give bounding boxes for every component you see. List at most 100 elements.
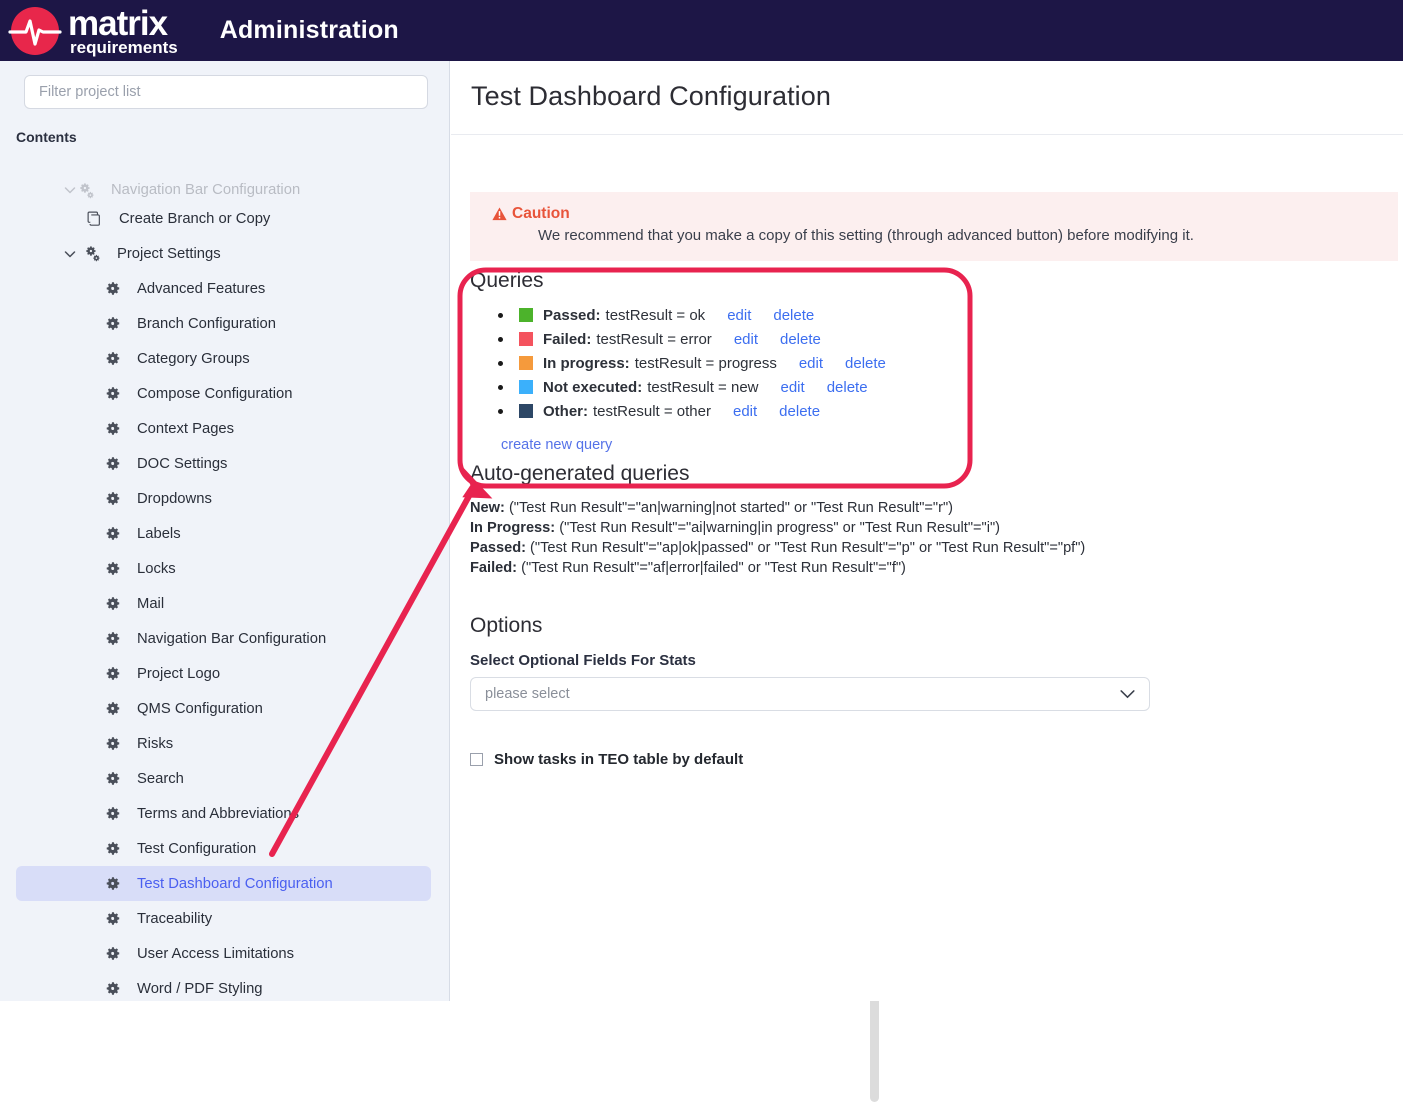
query-expression: testResult = error: [596, 330, 712, 348]
autogenerated-query-name: Passed:: [470, 540, 526, 556]
query-delete-link[interactable]: delete: [827, 379, 868, 396]
gear-icon: [106, 492, 120, 505]
show-tasks-checkbox-label: Show tasks in TEO table by default: [494, 751, 744, 768]
gear-icon: [106, 737, 120, 750]
sidebar-item-label: Project Logo: [137, 665, 221, 682]
query-edit-link[interactable]: edit: [733, 403, 757, 420]
query-row: Not executed: testResult = new edit delete: [498, 375, 1380, 399]
sidebar-item-branch-configuration[interactable]: Branch Configuration: [16, 306, 431, 341]
sidebar-item-locks[interactable]: Locks: [16, 551, 431, 586]
autogenerated-query-expression: ("Test Run Result"="an|warning|not start…: [508, 500, 953, 516]
query-name: In progress:: [543, 354, 630, 372]
autogenerated-queries-heading: Auto-generated queries: [470, 462, 690, 485]
autogenerated-query-expression: ("Test Run Result"="ai|warning|in progre…: [559, 520, 1001, 536]
autogenerated-query-name: New:: [470, 500, 505, 516]
chevron-down-icon[interactable]: [62, 246, 78, 262]
sidebar-item-category-groups[interactable]: Category Groups: [16, 341, 431, 376]
gear-icon: [106, 982, 120, 995]
sidebar-item-label: Mail: [137, 595, 165, 612]
sidebar-item-label: Category Groups: [137, 350, 250, 367]
logo-primary-text: matrix: [68, 3, 168, 43]
main-content: Test Dashboard Configuration Caution We …: [451, 61, 1403, 1001]
sidebar-item-navigation-bar-configuration[interactable]: Navigation Bar Configuration: [16, 621, 431, 656]
gear-icon: [106, 282, 120, 295]
sidebar-item-terms-and-abbreviations[interactable]: Terms and Abbreviations: [16, 796, 431, 831]
list-bullet: [498, 360, 503, 366]
sidebar-item-risks[interactable]: Risks: [16, 726, 431, 761]
sidebar-item-project-settings[interactable]: Project Settings: [16, 236, 431, 271]
query-delete-link[interactable]: delete: [773, 307, 814, 324]
sidebar-item-label: Test Dashboard Configuration: [137, 875, 333, 892]
sidebar-item-label: Labels: [137, 525, 181, 542]
sidebar-item-label: Locks: [137, 560, 176, 577]
caution-title: Caution: [512, 205, 570, 222]
autogenerated-query-line: Passed: ("Test Run Result"="ap|ok|passed…: [470, 538, 1380, 558]
chevron-down-icon[interactable]: [62, 182, 78, 198]
gear-icon: [106, 422, 120, 435]
brand-logo[interactable]: matrix requirements: [8, 4, 178, 58]
sidebar-item-label: Branch Configuration: [137, 315, 277, 332]
sidebar-item-create-branch-or-copy[interactable]: Create Branch or Copy: [16, 201, 431, 236]
query-color-swatch: [519, 332, 533, 346]
query-edit-link[interactable]: edit: [727, 307, 751, 324]
list-bullet: [498, 384, 503, 390]
logo-secondary-text: requirements: [70, 37, 178, 57]
query-edit-link[interactable]: edit: [734, 331, 758, 348]
list-bullet: [498, 408, 503, 414]
sidebar-item-dropdowns[interactable]: Dropdowns: [16, 481, 431, 516]
autogenerated-query-line: Failed: ("Test Run Result"="af|error|fai…: [470, 558, 1380, 578]
options-heading: Options: [470, 614, 543, 637]
filter-wrapper: [0, 61, 449, 109]
gear-icon: [106, 387, 120, 400]
query-delete-link[interactable]: delete: [779, 403, 820, 420]
sidebar-item-user-access-limitations[interactable]: User Access Limitations: [16, 936, 431, 971]
gear-icon: [106, 842, 120, 855]
sidebar-item-word-pdf-styling[interactable]: Word / PDF Styling: [16, 971, 431, 1001]
gear-icon: [106, 807, 120, 820]
filter-project-list-input[interactable]: [24, 75, 428, 109]
sidebar-item-search[interactable]: Search: [16, 761, 431, 796]
sidebar-item-test-configuration[interactable]: Test Configuration: [16, 831, 431, 866]
autogenerated-query-line: New: ("Test Run Result"="an|warning|not …: [470, 498, 1380, 518]
query-color-swatch: [519, 308, 533, 322]
queries-section: Queries Passed: testResult = ok edit delete…: [470, 269, 1380, 768]
query-delete-link[interactable]: delete: [845, 355, 886, 372]
sidebar-item-doc-settings[interactable]: DOC Settings: [16, 446, 431, 481]
query-name: Other:: [543, 402, 588, 420]
sidebar-item-label: Traceability: [137, 910, 213, 927]
sidebar-item-traceability[interactable]: Traceability: [16, 901, 431, 936]
query-edit-link[interactable]: edit: [799, 355, 823, 372]
copy-icon: [87, 211, 100, 226]
sidebar-item-label: Navigation Bar Configuration: [111, 182, 301, 198]
sidebar-item-label: Search: [137, 770, 184, 787]
sidebar-item-label: Test Configuration: [137, 840, 257, 857]
sidebar-item-advanced-features[interactable]: Advanced Features: [16, 271, 431, 306]
sidebar-item-label: User Access Limitations: [137, 945, 295, 962]
queries-list: Passed: testResult = ok edit delete Failed: t…: [470, 303, 1380, 423]
show-tasks-checkbox-row[interactable]: Show tasks in TEO table by default: [470, 751, 1380, 768]
autogenerated-query-expression: ("Test Run Result"="ap|ok|passed" or "Te…: [530, 540, 1086, 556]
query-edit-link[interactable]: edit: [781, 379, 805, 396]
sidebar-item-project-logo[interactable]: Project Logo: [16, 656, 431, 691]
optional-fields-select[interactable]: please select: [470, 677, 1150, 711]
create-new-query-link[interactable]: create new query: [501, 437, 612, 453]
sidebar-item-test-dashboard-configuration[interactable]: Test Dashboard Configuration: [16, 866, 431, 901]
sidebar-scrollbar-track[interactable]: [434, 179, 879, 1102]
sidebar-item-labels[interactable]: Labels: [16, 516, 431, 551]
show-tasks-checkbox[interactable]: [470, 753, 483, 766]
sidebar-item-clipped-top[interactable]: Navigation Bar Configuration: [16, 179, 431, 201]
sidebar-item-mail[interactable]: Mail: [16, 586, 431, 621]
sidebar-item-label: Word / PDF Styling: [137, 980, 263, 997]
sidebar-item-compose-configuration[interactable]: Compose Configuration: [16, 376, 431, 411]
gear-icon: [106, 317, 120, 330]
gear-icon: [106, 877, 120, 890]
query-name: Passed:: [543, 306, 601, 324]
query-name: Not executed:: [543, 378, 643, 396]
caution-banner: Caution We recommend that you make a cop…: [470, 192, 1398, 261]
sidebar-item-context-pages[interactable]: Context Pages: [16, 411, 431, 446]
autogenerated-query-expression: ("Test Run Result"="af|error|failed" or …: [521, 560, 906, 576]
query-color-swatch: [519, 356, 533, 370]
sidebar-item-qms-configuration[interactable]: QMS Configuration: [16, 691, 431, 726]
list-bullet: [498, 312, 503, 318]
query-delete-link[interactable]: delete: [780, 331, 821, 348]
